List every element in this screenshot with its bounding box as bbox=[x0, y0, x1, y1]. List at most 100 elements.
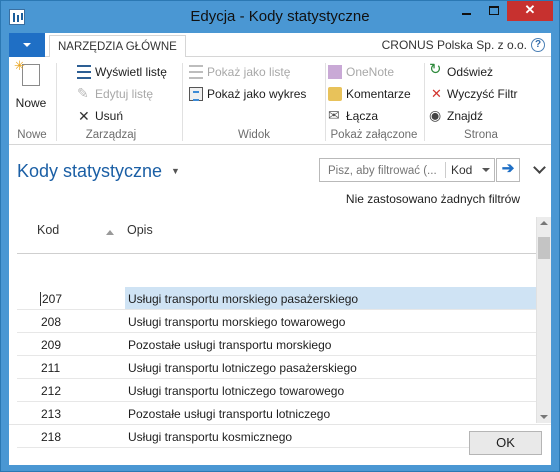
column-header-code[interactable]: Kod bbox=[37, 223, 59, 237]
refresh-button[interactable]: Odśwież bbox=[427, 61, 494, 83]
scroll-up-icon[interactable] bbox=[540, 221, 548, 225]
show-as-chart-button[interactable]: Pokaż jako wykres bbox=[187, 85, 306, 105]
cell-description: Pozostałe usługi transportu morskiego bbox=[128, 338, 332, 352]
clear-filter-button[interactable]: Wyczyść Filtr bbox=[427, 85, 518, 105]
table-row[interactable]: 207 Usługi transportu morskiego pasażers… bbox=[17, 287, 543, 310]
cell-code: 208 bbox=[41, 315, 62, 329]
cell-code: 207 bbox=[40, 292, 63, 306]
cell-code: 218 bbox=[41, 430, 62, 444]
group-label-strona: Strona bbox=[464, 129, 498, 141]
table-row[interactable]: 211 Usługi transportu lotniczego pasażer… bbox=[17, 356, 537, 379]
ribbon-group-widok: Pokaż jako listę Pokaż jako wykres Widok bbox=[183, 59, 325, 143]
filter-divider bbox=[445, 162, 446, 178]
clear-filter-icon bbox=[429, 85, 443, 103]
view-list-button[interactable]: Wyświetl listę bbox=[75, 63, 167, 83]
ribbon-group-pokaz-zalaczone: OneNote Komentarze Łącza Pokaż załączone bbox=[326, 59, 422, 143]
show-as-list-label: Pokaż jako listę bbox=[207, 65, 291, 79]
cell-description: Usługi transportu lotniczego towarowego bbox=[128, 384, 345, 398]
minimize-button[interactable] bbox=[453, 1, 480, 21]
table-row[interactable]: 218 Usługi transportu kosmicznego bbox=[17, 425, 537, 448]
ribbon-group-zarzadzaj: Wyświetl listę Edytuj listę Usuń Zarządz… bbox=[57, 59, 167, 143]
close-icon: ✕ bbox=[524, 2, 536, 17]
find-button[interactable]: Znajdź bbox=[427, 106, 484, 127]
new-button[interactable]: Nowe bbox=[13, 58, 49, 112]
refresh-icon bbox=[429, 61, 443, 79]
cell-code: 212 bbox=[41, 384, 62, 398]
group-label-nowe: Nowe bbox=[17, 129, 47, 141]
cell-code: 209 bbox=[41, 338, 62, 352]
ribbon-tab-bar: NARZĘDZIA GŁÓWNE CRONUS Polska Sp. z o.o… bbox=[9, 33, 551, 58]
sort-ascending-icon bbox=[106, 230, 114, 235]
delete-icon bbox=[77, 107, 91, 125]
onenote-icon bbox=[328, 65, 342, 79]
ribbon: Nowe Nowe Wyświetl listę Edytuj listę Us… bbox=[9, 57, 551, 145]
find-label: Znajdź bbox=[447, 109, 484, 123]
data-grid: Kod Opis 207 Usługi transportu morskiego… bbox=[17, 213, 543, 448]
ribbon-group-strona: Odśwież Wyczyść Filtr Znajdź Strona bbox=[425, 59, 537, 143]
comments-label: Komentarze bbox=[346, 87, 411, 101]
edit-list-label: Edytuj listę bbox=[95, 87, 154, 101]
cell-description: Pozostałe usługi transportu lotniczego bbox=[128, 407, 331, 421]
cell-description: Usługi transportu lotniczego pasażerskie… bbox=[128, 361, 357, 375]
filter-input[interactable] bbox=[328, 164, 440, 178]
link-icon bbox=[328, 106, 342, 124]
close-button[interactable]: ✕ bbox=[507, 1, 553, 21]
comments-button[interactable]: Komentarze bbox=[326, 85, 411, 105]
new-button-label: Nowe bbox=[15, 96, 47, 110]
app-menu-button[interactable] bbox=[9, 33, 45, 57]
delete-button[interactable]: Usuń bbox=[75, 107, 123, 127]
help-icon[interactable]: ? bbox=[531, 38, 545, 52]
table-row[interactable]: 212 Usługi transportu lotniczego towarow… bbox=[17, 379, 537, 402]
footer-divider bbox=[9, 424, 551, 425]
table-row[interactable]: 209 Pozostałe usługi transportu morskieg… bbox=[17, 333, 537, 356]
ok-button[interactable]: OK bbox=[469, 431, 542, 455]
show-as-list-button[interactable]: Pokaż jako listę bbox=[187, 63, 290, 83]
tab-home[interactable]: NARZĘDZIA GŁÓWNE bbox=[49, 35, 186, 58]
comment-icon bbox=[328, 87, 342, 101]
maximize-button[interactable] bbox=[480, 1, 507, 21]
table-row[interactable]: 213 Pozostałe usługi transportu lotnicze… bbox=[17, 402, 537, 425]
pencil-icon bbox=[77, 84, 91, 102]
table-row[interactable]: 208 Usługi transportu morskiego towarowe… bbox=[17, 310, 537, 333]
header-divider bbox=[17, 253, 537, 254]
apply-filter-button[interactable]: ➔ bbox=[496, 158, 520, 182]
refresh-label: Odśwież bbox=[447, 65, 494, 79]
chevron-down-icon[interactable] bbox=[533, 161, 546, 174]
group-label-widok: Widok bbox=[238, 129, 270, 141]
links-label: Łącza bbox=[346, 109, 379, 123]
filter-status: Nie zastosowano żadnych filtrów bbox=[345, 192, 520, 206]
list-icon bbox=[77, 65, 91, 79]
client-area: NARZĘDZIA GŁÓWNE CRONUS Polska Sp. z o.o… bbox=[9, 33, 551, 465]
cell-code: 211 bbox=[41, 361, 61, 375]
ribbon-group-nowe: Nowe Nowe bbox=[9, 58, 55, 143]
edit-list-button[interactable]: Edytuj listę bbox=[75, 84, 154, 105]
cell-code: 213 bbox=[41, 407, 62, 421]
onenote-label: OneNote bbox=[346, 65, 395, 79]
caret-down-icon[interactable]: ▼ bbox=[171, 166, 180, 176]
company-name[interactable]: CRONUS Polska Sp. z o.o. bbox=[382, 38, 527, 52]
filter-field-select[interactable]: Kod bbox=[451, 163, 472, 177]
column-header-description[interactable]: Opis bbox=[127, 223, 153, 237]
cell-description: Usługi transportu morskiego towarowego bbox=[128, 315, 346, 329]
dropdown-arrow-icon[interactable] bbox=[482, 168, 490, 172]
group-label-pokaz-zalaczone: Pokaż załączone bbox=[330, 129, 418, 141]
scrollbar-thumb[interactable] bbox=[538, 237, 550, 259]
maximize-icon bbox=[488, 6, 499, 15]
scroll-down-icon[interactable] bbox=[540, 415, 548, 419]
minimize-icon bbox=[462, 13, 471, 15]
group-label-zarzadzaj: Zarządzaj bbox=[85, 129, 137, 141]
list-icon bbox=[189, 65, 203, 79]
filter-box: Kod bbox=[319, 158, 495, 182]
view-list-label: Wyświetl listę bbox=[95, 65, 167, 79]
cell-description: Usługi transportu morskiego pasażerskieg… bbox=[125, 287, 543, 309]
page-title[interactable]: Kody statystyczne bbox=[17, 161, 162, 182]
title-bar[interactable]: Edycja - Kody statystyczne ✕ bbox=[1, 1, 559, 33]
binoculars-icon bbox=[429, 106, 443, 124]
delete-label: Usuń bbox=[95, 109, 124, 123]
clear-filter-label: Wyczyść Filtr bbox=[447, 87, 518, 101]
show-as-chart-label: Pokaż jako wykres bbox=[207, 87, 307, 101]
onenote-button[interactable]: OneNote bbox=[326, 63, 394, 83]
application-window: Edycja - Kody statystyczne ✕ NARZĘDZIA G… bbox=[0, 0, 560, 472]
links-button[interactable]: Łącza bbox=[326, 106, 379, 127]
vertical-scrollbar[interactable] bbox=[536, 217, 551, 423]
